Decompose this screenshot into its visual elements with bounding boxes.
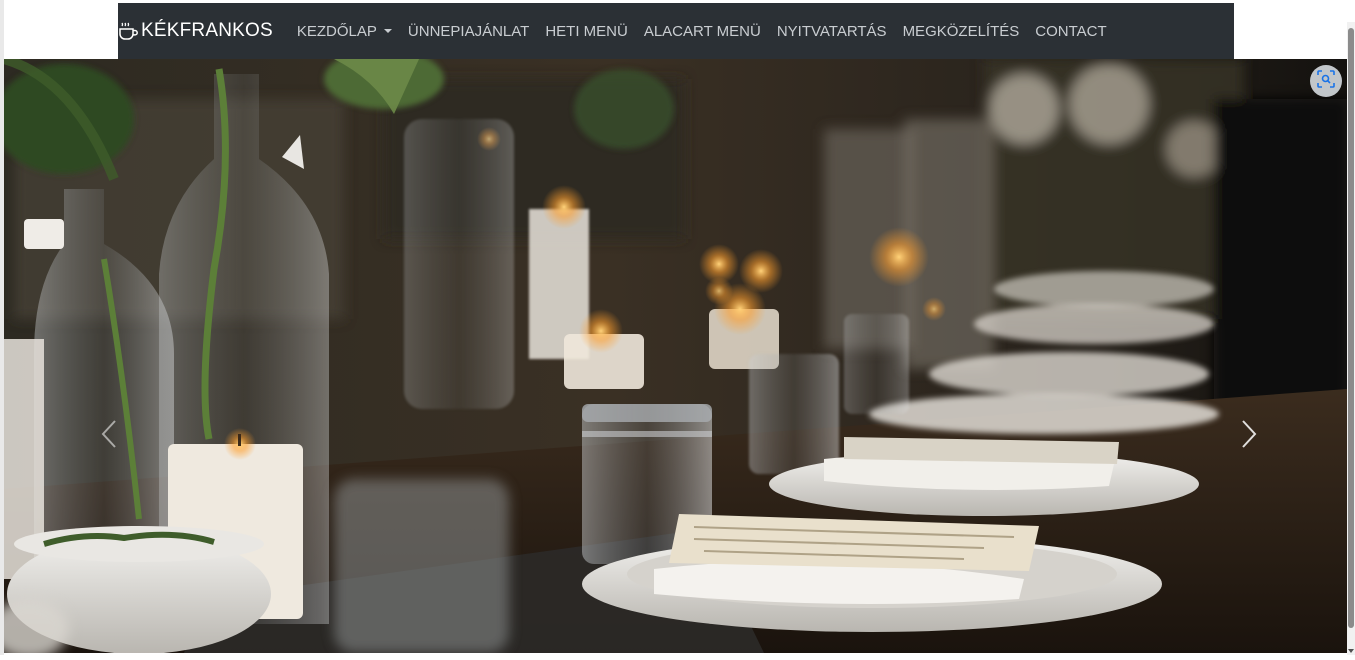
- top-navbar: KÉKFRANKOS KEZDŐLAP ÜNNEPIAJÁNLAT HETI M…: [118, 3, 1234, 59]
- scroll-down-arrow-icon[interactable]: [1347, 642, 1355, 653]
- chevron-right-icon: [1241, 419, 1257, 449]
- nav-item-heti-menu[interactable]: HETI MENÜ: [537, 23, 636, 40]
- hero-image: [4, 59, 1347, 653]
- nav-item-label: KEZDŐLAP: [296, 22, 377, 40]
- nav-item-unnepiajanlat[interactable]: ÜNNEPIAJÁNLAT: [400, 23, 537, 40]
- nav-item-kezdolap[interactable]: KEZDŐLAP: [289, 23, 400, 40]
- visual-search-icon: [1317, 69, 1335, 93]
- brand-link[interactable]: KÉKFRANKOS: [118, 20, 273, 42]
- carousel-prev-button[interactable]: [94, 414, 124, 454]
- nav-item-alacart-menu[interactable]: ALACART MENÜ: [636, 23, 769, 40]
- hero-carousel: [4, 59, 1347, 653]
- nav-item-label: HETI MENÜ: [545, 22, 628, 40]
- nav-item-nyitvatartas[interactable]: NYITVATARTÁS: [769, 23, 895, 40]
- nav-item-contact[interactable]: CONTACT: [1027, 23, 1114, 40]
- nav-item-label: MEGKÖZELÍTÉS: [902, 22, 1020, 40]
- nav-item-label: ÜNNEPIAJÁNLAT: [407, 22, 530, 40]
- chevron-left-icon: [101, 419, 117, 449]
- nav-item-label: ALACART MENÜ: [643, 22, 761, 40]
- page-scrollbar[interactable]: [1347, 22, 1355, 655]
- carousel-next-button[interactable]: [1234, 414, 1264, 454]
- brand-name: KÉKFRANKOS: [141, 20, 273, 41]
- nav-item-label: NYITVATARTÁS: [776, 22, 887, 40]
- caret-down-icon: [383, 29, 392, 33]
- coffee-cup-icon: [118, 20, 140, 42]
- scroll-thumb[interactable]: [1348, 28, 1354, 628]
- nav-item-label: CONTACT: [1035, 22, 1107, 40]
- visual-search-button[interactable]: [1310, 65, 1342, 97]
- nav-item-megkozelites[interactable]: MEGKÖZELÍTÉS: [895, 23, 1028, 40]
- main-nav: KEZDŐLAP ÜNNEPIAJÁNLAT HETI MENÜ ALACART…: [289, 23, 1115, 40]
